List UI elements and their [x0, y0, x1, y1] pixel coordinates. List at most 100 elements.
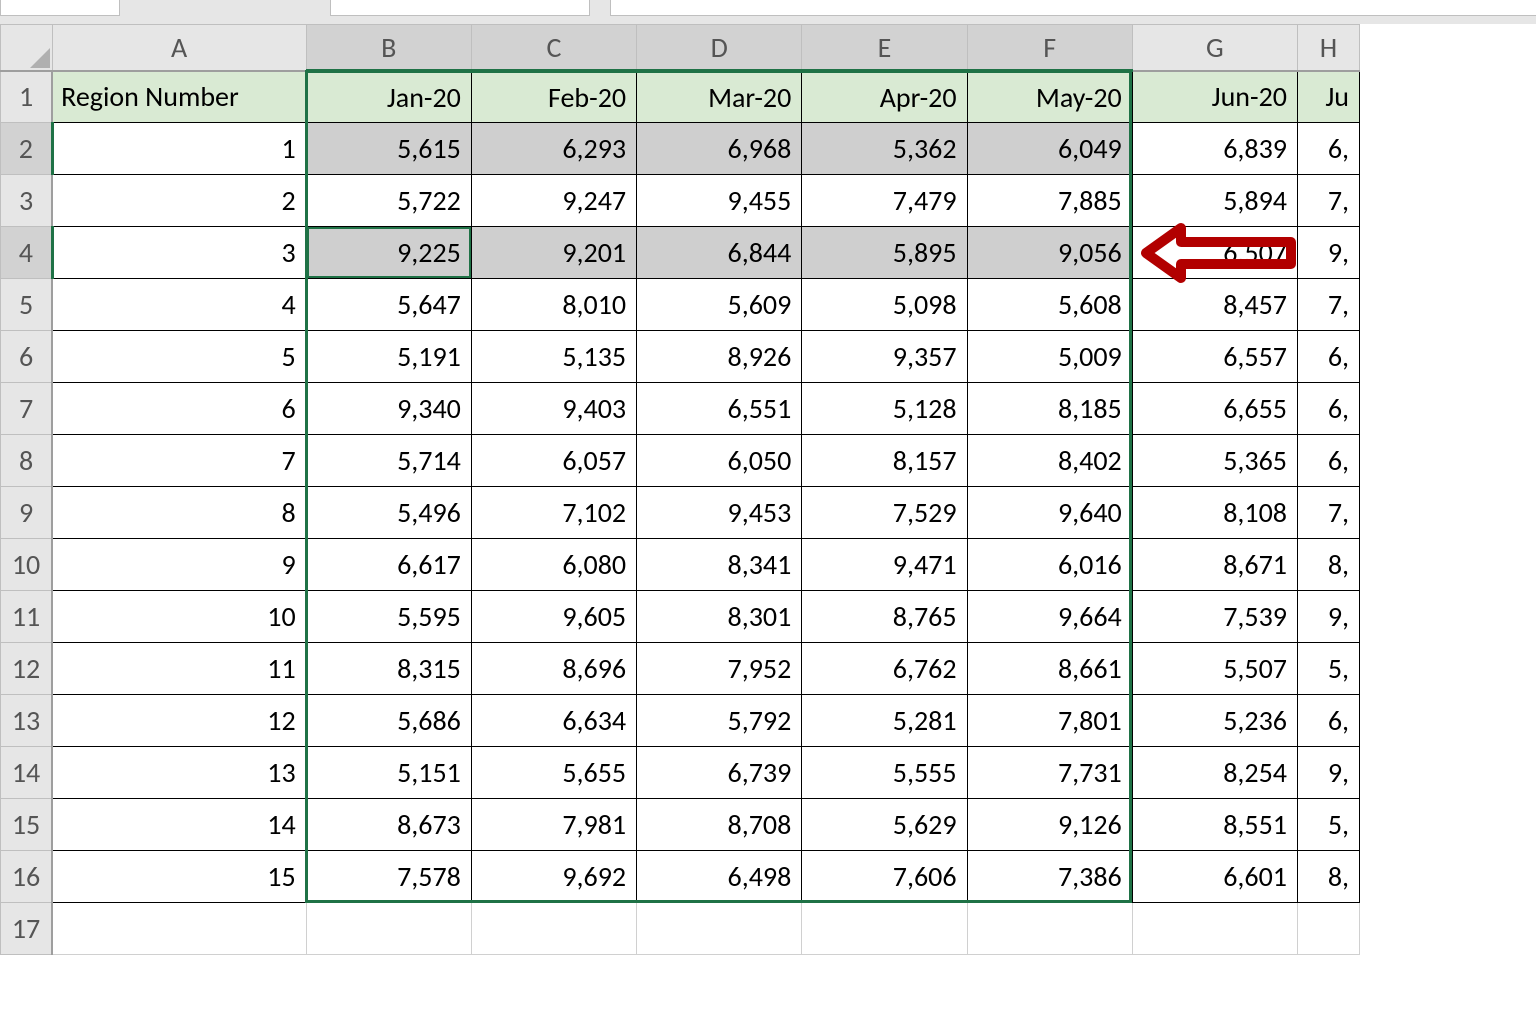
cell-H16[interactable]: 8,: [1297, 851, 1359, 903]
cell-H12[interactable]: 5,: [1297, 643, 1359, 695]
cell-G3[interactable]: 5,894: [1132, 175, 1297, 227]
cell-empty[interactable]: [1132, 903, 1297, 955]
cell-C8[interactable]: 6,057: [471, 435, 636, 487]
cell-G16[interactable]: 6,601: [1132, 851, 1297, 903]
row-header-5[interactable]: 5: [1, 279, 53, 331]
cell-G15[interactable]: 8,551: [1132, 799, 1297, 851]
cell-E15[interactable]: 5,629: [802, 799, 967, 851]
cell-C3[interactable]: 9,247: [471, 175, 636, 227]
cell-D7[interactable]: 6,551: [637, 383, 802, 435]
col-header-H[interactable]: H: [1297, 25, 1359, 71]
spreadsheet-grid[interactable]: A B C D E F G H 1 Region Number Jan-20 F…: [0, 24, 1536, 1024]
cell-C15[interactable]: 7,981: [471, 799, 636, 851]
select-all-triangle[interactable]: [1, 25, 53, 71]
cell-F16[interactable]: 7,386: [967, 851, 1132, 903]
row-header-15[interactable]: 15: [1, 799, 53, 851]
cell-C13[interactable]: 6,634: [471, 695, 636, 747]
col-header-C[interactable]: C: [471, 25, 636, 71]
row-header-8[interactable]: 8: [1, 435, 53, 487]
cell-A10[interactable]: 9: [52, 539, 306, 591]
cell-C4[interactable]: 9,201: [471, 227, 636, 279]
cell-A16[interactable]: 15: [52, 851, 306, 903]
row-header-9[interactable]: 9: [1, 487, 53, 539]
cell-A8[interactable]: 7: [52, 435, 306, 487]
cell-F6[interactable]: 5,009: [967, 331, 1132, 383]
cell-A13[interactable]: 12: [52, 695, 306, 747]
row-header-10[interactable]: 10: [1, 539, 53, 591]
row-header-1[interactable]: 1: [1, 71, 53, 123]
row-header-2[interactable]: 2: [1, 123, 53, 175]
cell-H11[interactable]: 9,: [1297, 591, 1359, 643]
cell-C12[interactable]: 8,696: [471, 643, 636, 695]
row-header-7[interactable]: 7: [1, 383, 53, 435]
cell-D13[interactable]: 5,792: [637, 695, 802, 747]
cell-G5[interactable]: 8,457: [1132, 279, 1297, 331]
cell-D5[interactable]: 5,609: [637, 279, 802, 331]
col-header-B[interactable]: B: [306, 25, 471, 71]
cell-A1[interactable]: Region Number: [52, 71, 306, 123]
cell-H15[interactable]: 5,: [1297, 799, 1359, 851]
cell-E7[interactable]: 5,128: [802, 383, 967, 435]
cell-G14[interactable]: 8,254: [1132, 747, 1297, 799]
cell-A12[interactable]: 11: [52, 643, 306, 695]
cell-A7[interactable]: 6: [52, 383, 306, 435]
cell-G12[interactable]: 5,507: [1132, 643, 1297, 695]
cell-empty[interactable]: [306, 903, 471, 955]
cell-B7[interactable]: 9,340: [306, 383, 471, 435]
cell-H13[interactable]: 6,: [1297, 695, 1359, 747]
row-header-12[interactable]: 12: [1, 643, 53, 695]
cell-G2[interactable]: 6,839: [1132, 123, 1297, 175]
cell-C11[interactable]: 9,605: [471, 591, 636, 643]
cell-E14[interactable]: 5,555: [802, 747, 967, 799]
cell-A15[interactable]: 14: [52, 799, 306, 851]
cell-E3[interactable]: 7,479: [802, 175, 967, 227]
cell-A2[interactable]: 1: [52, 123, 306, 175]
cell-G9[interactable]: 8,108: [1132, 487, 1297, 539]
cell-F2[interactable]: 6,049: [967, 123, 1132, 175]
cell-F13[interactable]: 7,801: [967, 695, 1132, 747]
cell-empty[interactable]: [802, 903, 967, 955]
cell-H9[interactable]: 7,: [1297, 487, 1359, 539]
cell-B8[interactable]: 5,714: [306, 435, 471, 487]
cell-H14[interactable]: 9,: [1297, 747, 1359, 799]
cell-A14[interactable]: 13: [52, 747, 306, 799]
cell-F9[interactable]: 9,640: [967, 487, 1132, 539]
cell-B13[interactable]: 5,686: [306, 695, 471, 747]
cell-B6[interactable]: 5,191: [306, 331, 471, 383]
cell-G8[interactable]: 5,365: [1132, 435, 1297, 487]
cell-H4[interactable]: 9,: [1297, 227, 1359, 279]
cell-A5[interactable]: 4: [52, 279, 306, 331]
col-header-F[interactable]: F: [967, 25, 1132, 71]
cell-C10[interactable]: 6,080: [471, 539, 636, 591]
cell-H5[interactable]: 7,: [1297, 279, 1359, 331]
cell-B11[interactable]: 5,595: [306, 591, 471, 643]
cell-H10[interactable]: 8,: [1297, 539, 1359, 591]
cell-A3[interactable]: 2: [52, 175, 306, 227]
cell-C5[interactable]: 8,010: [471, 279, 636, 331]
cell-D4[interactable]: 6,844: [637, 227, 802, 279]
cell-G13[interactable]: 5,236: [1132, 695, 1297, 747]
cell-H6[interactable]: 6,: [1297, 331, 1359, 383]
col-header-E[interactable]: E: [802, 25, 967, 71]
cell-D10[interactable]: 8,341: [637, 539, 802, 591]
cell-B10[interactable]: 6,617: [306, 539, 471, 591]
cell-E1[interactable]: Apr-20: [802, 71, 967, 123]
cell-B3[interactable]: 5,722: [306, 175, 471, 227]
cell-empty[interactable]: [967, 903, 1132, 955]
cell-G11[interactable]: 7,539: [1132, 591, 1297, 643]
cell-G10[interactable]: 8,671: [1132, 539, 1297, 591]
cell-empty[interactable]: [52, 903, 306, 955]
cell-C9[interactable]: 7,102: [471, 487, 636, 539]
cell-G1[interactable]: Jun-20: [1132, 71, 1297, 123]
cell-empty[interactable]: [637, 903, 802, 955]
cell-H3[interactable]: 7,: [1297, 175, 1359, 227]
cell-F11[interactable]: 9,664: [967, 591, 1132, 643]
cell-E10[interactable]: 9,471: [802, 539, 967, 591]
cell-B15[interactable]: 8,673: [306, 799, 471, 851]
row-header-6[interactable]: 6: [1, 331, 53, 383]
cell-A6[interactable]: 5: [52, 331, 306, 383]
cell-F7[interactable]: 8,185: [967, 383, 1132, 435]
cell-F3[interactable]: 7,885: [967, 175, 1132, 227]
cell-D8[interactable]: 6,050: [637, 435, 802, 487]
cell-G4[interactable]: 6,507: [1132, 227, 1297, 279]
